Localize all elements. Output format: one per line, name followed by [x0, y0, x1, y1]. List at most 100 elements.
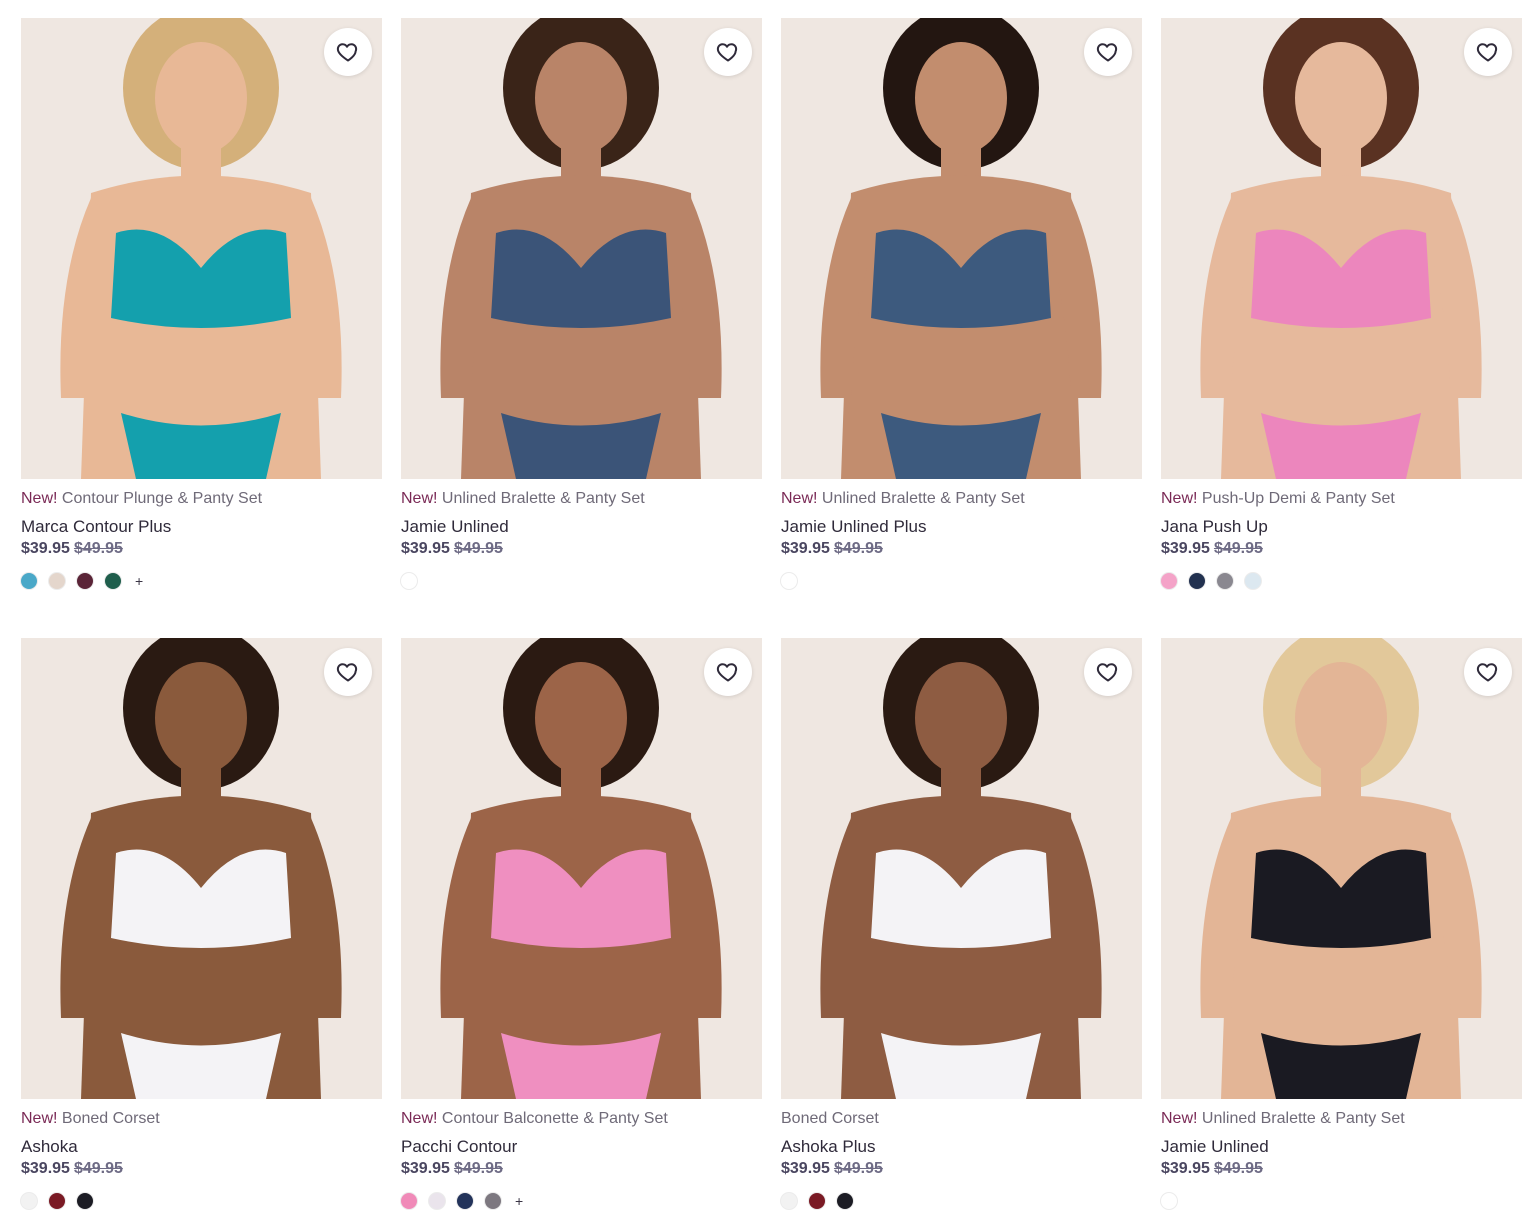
product-card[interactable]: New! Unlined Bralette & Panty Set Jamie U…	[781, 18, 1142, 591]
product-image[interactable]	[401, 18, 762, 479]
color-swatch[interactable]	[837, 1193, 853, 1209]
more-colors-link[interactable]: +	[515, 1193, 523, 1209]
product-image[interactable]	[1161, 18, 1522, 479]
product-type: Boned Corset	[781, 1110, 879, 1127]
new-badge: New!	[21, 490, 58, 507]
product-name[interactable]: Ashoka Plus	[781, 1137, 1142, 1157]
heart-icon	[1096, 663, 1118, 682]
new-badge: New!	[21, 1110, 58, 1127]
heart-icon	[716, 43, 738, 62]
sale-price: $39.95	[1161, 540, 1210, 557]
color-swatch[interactable]	[105, 573, 121, 589]
wishlist-button[interactable]	[704, 648, 752, 696]
sale-price: $39.95	[781, 540, 830, 557]
product-card[interactable]: New! Unlined Bralette & Panty Set Jamie U…	[401, 18, 762, 591]
product-price: $39.95 $49.95	[781, 1159, 1142, 1179]
color-swatch[interactable]	[21, 573, 37, 589]
wishlist-button[interactable]	[324, 648, 372, 696]
product-card[interactable]: New! Push-Up Demi & Panty Set Jana Push U…	[1161, 18, 1522, 591]
more-colors-link[interactable]: +	[135, 573, 143, 589]
product-price: $39.95 $49.95	[401, 539, 762, 559]
product-price: $39.95 $49.95	[21, 1159, 382, 1179]
new-badge: New!	[401, 1110, 438, 1127]
wishlist-button[interactable]	[324, 28, 372, 76]
heart-icon	[336, 663, 358, 682]
heart-icon	[1096, 43, 1118, 62]
color-swatch[interactable]	[1245, 573, 1261, 589]
wishlist-button[interactable]	[1084, 28, 1132, 76]
product-card[interactable]: New! Boned Corset Ashoka $39.95 $49.95	[21, 638, 382, 1211]
color-swatch[interactable]	[77, 573, 93, 589]
product-type: Boned Corset	[61, 1110, 160, 1127]
product-image[interactable]	[21, 638, 382, 1099]
color-swatches	[21, 1191, 382, 1211]
product-image[interactable]	[21, 18, 382, 479]
product-type: Unlined Bralette & Panty Set	[441, 490, 645, 507]
wishlist-button[interactable]	[704, 28, 752, 76]
product-photo	[1161, 638, 1522, 1099]
new-badge: New!	[781, 490, 818, 507]
color-swatch[interactable]	[77, 1193, 93, 1209]
wishlist-button[interactable]	[1464, 28, 1512, 76]
new-badge: New!	[1161, 490, 1198, 507]
product-name[interactable]: Pacchi Contour	[401, 1137, 762, 1157]
color-swatch[interactable]	[1217, 573, 1233, 589]
product-subtitle: New! Unlined Bralette & Panty Set	[1161, 1109, 1522, 1129]
product-card[interactable]: New! Unlined Bralette & Panty Set Jamie U…	[1161, 638, 1522, 1211]
product-name[interactable]: Jamie Unlined	[401, 517, 762, 537]
color-swatch[interactable]	[781, 1193, 797, 1209]
product-card[interactable]: New! Contour Plunge & Panty Set Marca Con…	[21, 18, 382, 591]
color-swatch[interactable]	[809, 1193, 825, 1209]
color-swatch[interactable]	[457, 1193, 473, 1209]
product-subtitle: New! Push-Up Demi & Panty Set	[1161, 489, 1522, 509]
product-photo	[781, 18, 1142, 479]
product-type: Contour Plunge & Panty Set	[61, 490, 263, 507]
product-photo	[781, 638, 1142, 1099]
product-price: $39.95 $49.95	[1161, 539, 1522, 559]
wishlist-button[interactable]	[1084, 648, 1132, 696]
product-subtitle: New! Unlined Bralette & Panty Set	[781, 489, 1142, 509]
original-price: $49.95	[73, 1160, 123, 1177]
new-badge: New!	[1161, 1110, 1198, 1127]
color-swatch[interactable]	[485, 1193, 501, 1209]
color-swatch[interactable]	[781, 573, 797, 589]
color-swatch[interactable]	[401, 573, 417, 589]
product-price: $39.95 $49.95	[1161, 1159, 1522, 1179]
product-subtitle: New! Contour Plunge & Panty Set	[21, 489, 382, 509]
original-price: $49.95	[73, 540, 123, 557]
sale-price: $39.95	[401, 540, 450, 557]
product-name[interactable]: Jamie Unlined Plus	[781, 517, 1142, 537]
product-type: Unlined Bralette & Panty Set	[821, 490, 1025, 507]
product-card[interactable]: New! Contour Balconette & Panty Set Pacch…	[401, 638, 762, 1211]
product-name[interactable]: Marca Contour Plus	[21, 517, 382, 537]
product-name[interactable]: Jana Push Up	[1161, 517, 1522, 537]
original-price: $49.95	[1213, 1160, 1263, 1177]
color-swatch[interactable]	[1161, 573, 1177, 589]
color-swatches	[401, 571, 762, 591]
color-swatch[interactable]	[49, 573, 65, 589]
product-photo	[21, 18, 382, 479]
color-swatch[interactable]	[21, 1193, 37, 1209]
color-swatch[interactable]	[1161, 1193, 1177, 1209]
color-swatches	[1161, 1191, 1522, 1211]
color-swatches: +	[401, 1191, 762, 1211]
product-image[interactable]	[401, 638, 762, 1099]
product-image[interactable]	[781, 18, 1142, 479]
color-swatch[interactable]	[1189, 573, 1205, 589]
color-swatch[interactable]	[49, 1193, 65, 1209]
product-type: Unlined Bralette & Panty Set	[1201, 1110, 1405, 1127]
product-type: Contour Balconette & Panty Set	[441, 1110, 668, 1127]
product-image[interactable]	[1161, 638, 1522, 1099]
original-price: $49.95	[833, 540, 883, 557]
color-swatch[interactable]	[401, 1193, 417, 1209]
product-name[interactable]: Ashoka	[21, 1137, 382, 1157]
product-name[interactable]: Jamie Unlined	[1161, 1137, 1522, 1157]
color-swatch[interactable]	[429, 1193, 445, 1209]
product-image[interactable]	[781, 638, 1142, 1099]
original-price: $49.95	[1213, 540, 1263, 557]
product-photo	[401, 638, 762, 1099]
wishlist-button[interactable]	[1464, 648, 1512, 696]
color-swatches	[781, 1191, 1142, 1211]
product-card[interactable]: Boned Corset Ashoka Plus $39.95 $49.95	[781, 638, 1142, 1211]
product-photo	[1161, 18, 1522, 479]
